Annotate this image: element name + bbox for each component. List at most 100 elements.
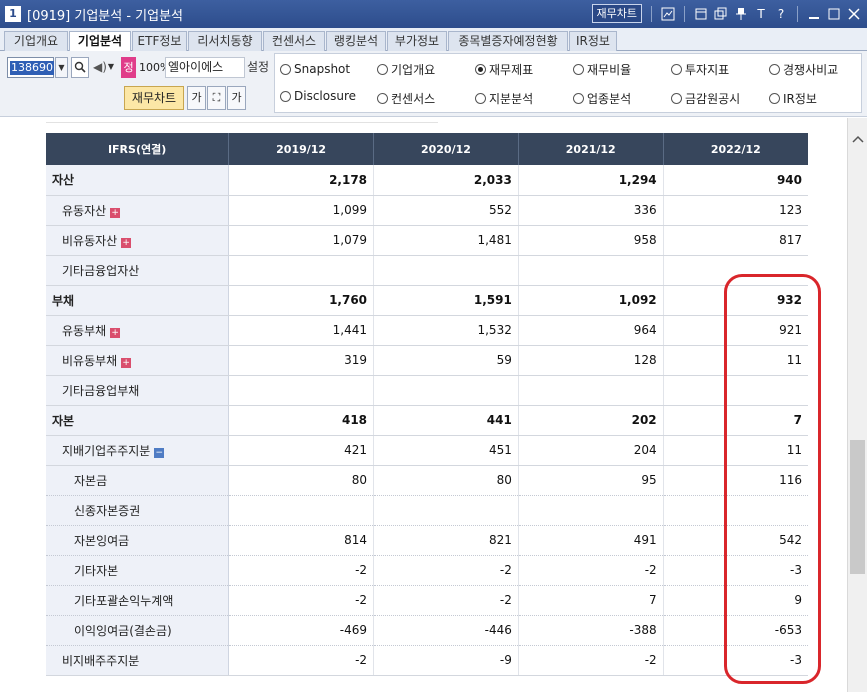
cell-value: 1,294 — [518, 165, 664, 196]
cell-value: 319 — [228, 345, 375, 376]
row-label-text: 지배기업주주지분 — [62, 443, 151, 458]
table-row: 부채 1,760 1,591 1,092 932 — [46, 285, 808, 316]
radio-dot — [671, 63, 682, 75]
company-name-field[interactable]: 엘아이에스 — [165, 57, 245, 78]
table-row: 이익잉여금(결손금) -469 -446 -388 -653 — [46, 615, 808, 646]
window-title: [0919] 기업분석 - 기업분석 — [27, 8, 183, 24]
divider — [684, 5, 685, 22]
radio-label: 재무비율 — [587, 62, 632, 77]
stock-code-input[interactable]: 138690 — [7, 57, 54, 78]
tab-consensus[interactable]: 컨센서스 — [263, 31, 325, 51]
title-bar-actions: 재무차트 T ? — [591, 4, 861, 23]
tab-ir-info[interactable]: IR정보 — [569, 31, 617, 51]
radio-consensus[interactable]: 컨센서스 — [377, 90, 435, 106]
radio-investment-index[interactable]: 투자지표 — [671, 61, 729, 77]
tab-ranking-analysis[interactable]: 랭킹분석 — [326, 31, 386, 51]
cell-value: 552 — [373, 195, 519, 226]
expand-plus-icon[interactable]: + — [110, 207, 121, 218]
row-label-text: 신종자본증권 — [74, 503, 141, 518]
radio-shareholding-analysis[interactable]: 지분분석 — [475, 90, 533, 106]
setting-button[interactable]: 설정 — [247, 57, 269, 78]
code-dropdown-button[interactable]: ▼ — [55, 57, 68, 78]
font-size-up-button[interactable]: 가 — [187, 86, 206, 110]
radio-dot — [769, 63, 780, 75]
jeong-badge[interactable]: 정 — [121, 57, 136, 78]
restore-icon[interactable] — [694, 7, 708, 21]
radio-label: Snapshot — [294, 62, 351, 76]
radio-competitor-compare[interactable]: 경쟁사비교 — [769, 61, 838, 77]
collapse-minus-icon[interactable]: − — [154, 447, 165, 458]
radio-disclosure[interactable]: Disclosure — [280, 88, 356, 104]
radio-financial-statements[interactable]: 재무제표 — [475, 61, 533, 77]
tab-additional-info[interactable]: 부가정보 — [387, 31, 447, 51]
pin-icon[interactable] — [734, 7, 748, 21]
fit-screen-button[interactable]: ⛶ — [207, 86, 226, 110]
table-row: 기타금융업자산 — [46, 255, 808, 286]
row-label: 기타금융업부채 — [46, 375, 230, 406]
title-bar: 1 [0919] 기업분석 - 기업분석 재무차트 T ? — [0, 0, 867, 28]
row-label: 자본 — [46, 405, 230, 436]
radio-ir-info[interactable]: IR정보 — [769, 90, 817, 106]
row-label-text: 비지배주주지분 — [62, 653, 140, 668]
maximize-icon[interactable] — [827, 7, 841, 21]
font-size-down-button[interactable]: 가 — [227, 86, 246, 110]
help-icon[interactable]: ? — [774, 7, 788, 21]
header-year: 2019/12 — [228, 133, 375, 165]
cell-value: 1,591 — [373, 285, 519, 316]
tab-company-overview[interactable]: 기업개요 — [4, 31, 68, 51]
row-label-text: 자본금 — [74, 473, 108, 488]
row-label: 자본금 — [46, 465, 230, 496]
radio-fss-disclosure[interactable]: 금감원공시 — [671, 90, 740, 106]
row-label-text: 유동자산 — [62, 203, 107, 218]
expand-plus-icon[interactable]: + — [110, 327, 121, 338]
row-label-text: 유동부채 — [62, 323, 107, 338]
tab-capital-increase-schedule[interactable]: 종목별증자예정현황 — [448, 31, 568, 51]
view-radio-panel: Snapshot 기업개요 재무제표 재무비율 투자지표 경쟁사비교 Discl… — [274, 53, 862, 113]
minimize-icon[interactable] — [807, 7, 821, 21]
radio-snapshot[interactable]: Snapshot — [280, 61, 350, 77]
radio-industry-analysis[interactable]: 업종분석 — [573, 90, 631, 106]
search-icon[interactable] — [71, 57, 89, 78]
table-row: 유동자산 +1,099 552 336 123 — [46, 195, 808, 226]
copy-icon[interactable] — [714, 7, 728, 21]
scroll-up-icon[interactable] — [852, 132, 864, 146]
fin-chart-button[interactable]: 재무차트 — [124, 86, 184, 110]
expand-plus-icon[interactable]: + — [121, 237, 132, 248]
radio-label: IR정보 — [783, 91, 817, 106]
radio-label: Disclosure — [294, 89, 357, 103]
fin-chart-title-button[interactable]: 재무차트 — [591, 4, 642, 23]
table-header-row: IFRS(연결) 2019/12 2020/12 2021/12 2022/12 — [46, 133, 808, 165]
cell-value: 7 — [518, 585, 664, 616]
scrollbar-thumb[interactable] — [850, 440, 865, 574]
table-row: 기타자본 -2 -2 -2 -3 — [46, 555, 808, 586]
row-label-text: 이익잉여금(결손금) — [74, 623, 172, 638]
divider — [651, 5, 652, 22]
row-label: 자산 — [46, 165, 230, 196]
speaker-dropdown-icon[interactable]: ▼ — [106, 57, 116, 78]
radio-financial-ratio[interactable]: 재무비율 — [573, 61, 631, 77]
row-label: 지배기업주주지분 − — [46, 435, 230, 466]
tab-research-trend[interactable]: 리서치동향 — [188, 31, 262, 51]
row-label: 부채 — [46, 285, 230, 316]
expand-plus-icon[interactable]: + — [121, 357, 132, 368]
financial-statement-panel: IFRS(연결) 2019/12 2020/12 2021/12 2022/12… — [0, 118, 847, 692]
close-icon[interactable] — [847, 7, 861, 21]
row-label: 자본잉여금 — [46, 525, 230, 556]
radio-label: 투자지표 — [685, 62, 730, 77]
highlight-annotation — [724, 274, 821, 684]
tab-company-analysis[interactable]: 기업분석 — [69, 31, 131, 52]
vertical-scrollbar[interactable] — [847, 118, 867, 692]
radio-dot — [377, 92, 388, 104]
radio-company-overview[interactable]: 기업개요 — [377, 61, 435, 77]
radio-dot — [475, 92, 486, 104]
divider — [46, 122, 438, 123]
row-label: 비유동부채 + — [46, 345, 230, 376]
tab-etf-info[interactable]: ETF정보 — [132, 31, 187, 51]
chart-icon[interactable] — [661, 7, 675, 21]
radio-dot — [671, 92, 682, 104]
cell-value: 451 — [373, 435, 519, 466]
cell-value: 1,481 — [373, 225, 519, 256]
font-icon[interactable]: T — [754, 7, 768, 21]
row-label-text: 비유동부채 — [62, 353, 118, 368]
table-row: 기타금융업부채 — [46, 375, 808, 406]
